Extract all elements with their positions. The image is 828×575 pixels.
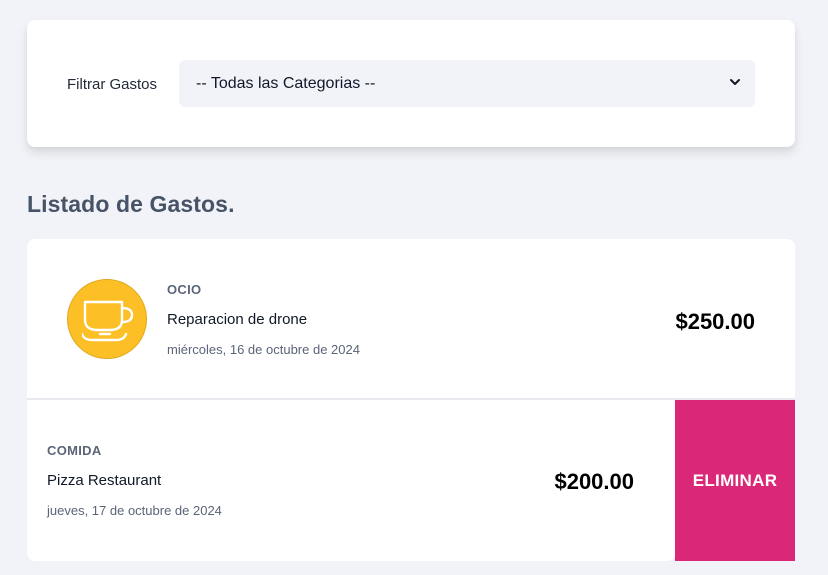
expense-name: Reparacion de drone <box>167 311 308 328</box>
filter-card: Filtrar Gastos -- Todas las Categorias -… <box>27 20 795 147</box>
list-title: Listado de Gastos. <box>27 191 235 217</box>
expense-date: jueves, 17 de octubre de 2024 <box>47 503 222 518</box>
chevron-down-icon <box>730 79 740 85</box>
expense-item[interactable]: OCIO Reparacion de drone miércoles, 16 d… <box>27 239 795 398</box>
category-icon-badge <box>67 279 147 359</box>
expense-date: miércoles, 16 de octubre de 2024 <box>167 342 360 357</box>
category-filter-select[interactable]: -- Todas las Categorias -- <box>179 60 755 107</box>
expense-item[interactable]: COMIDA Pizza Restaurant jueves, 17 de oc… <box>27 400 675 561</box>
swipeable-expense-row[interactable]: COMIDA Pizza Restaurant jueves, 17 de oc… <box>27 400 795 561</box>
expense-amount: $250.00 <box>675 309 755 334</box>
expense-category: COMIDA <box>47 443 102 458</box>
expense-amount: $200.00 <box>554 469 634 494</box>
expense-category: OCIO <box>167 282 202 297</box>
filter-label: Filtrar Gastos <box>67 76 158 93</box>
category-filter-value: -- Todas las Categorias -- <box>196 74 376 92</box>
expense-name: Pizza Restaurant <box>47 472 162 489</box>
cup-icon <box>82 300 134 342</box>
delete-button[interactable]: ELIMINAR <box>675 400 795 561</box>
